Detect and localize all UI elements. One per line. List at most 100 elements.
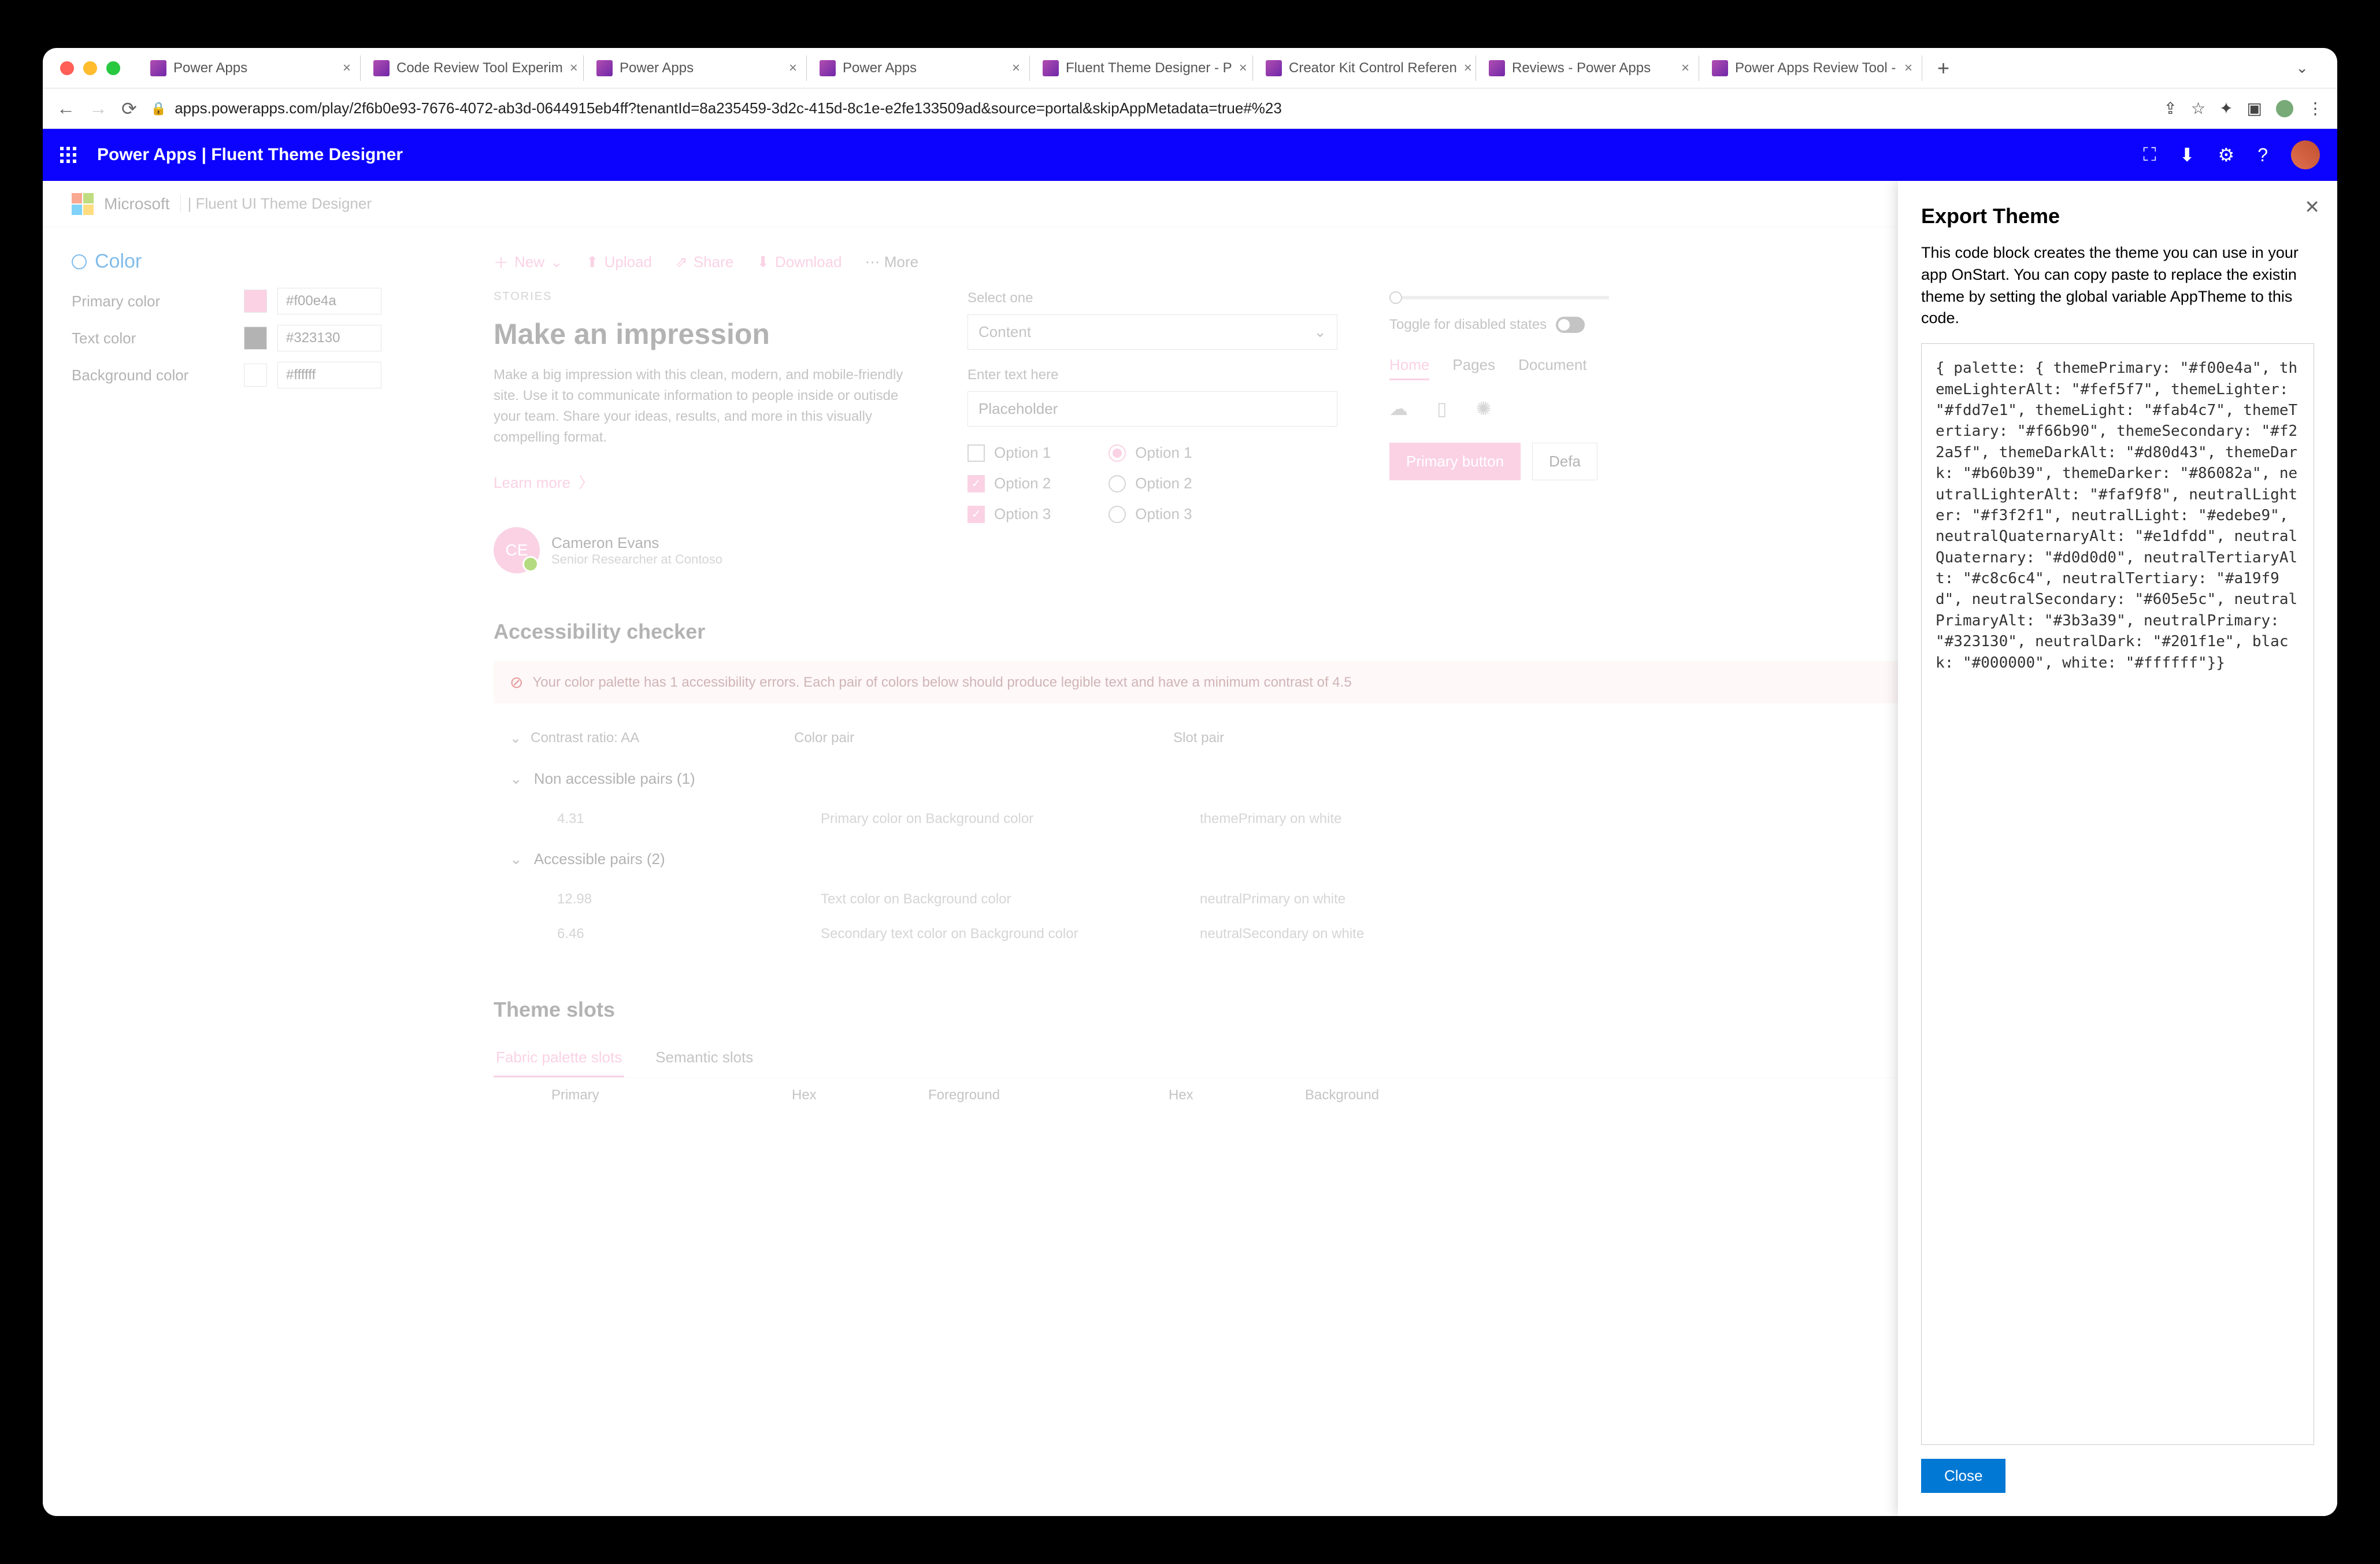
maximize-window-icon[interactable] <box>106 61 120 75</box>
menu-icon[interactable]: ⋮ <box>2307 99 2323 118</box>
settings-icon[interactable]: ⚙ <box>2218 144 2235 166</box>
primary-button[interactable]: Primary button <box>1389 443 1521 480</box>
checkbox-option[interactable]: Option 1 <box>967 444 1051 462</box>
profile-icon[interactable] <box>2276 100 2293 117</box>
browser-tab-active[interactable]: Fluent Theme Designer - P× <box>1033 55 1253 81</box>
app-header: Power Apps | Fluent Theme Designer ⛶ ⬇ ⚙… <box>43 129 2337 181</box>
extensions-icon[interactable]: ✦ <box>2219 99 2233 118</box>
checkbox-option[interactable]: ✓Option 3 <box>967 505 1051 523</box>
close-icon[interactable]: × <box>1464 60 1472 76</box>
tab-semantic[interactable]: Semantic slots <box>653 1039 755 1077</box>
mobile-icon[interactable]: ▯ <box>1437 398 1447 420</box>
radio-option[interactable]: Option 1 <box>1109 444 1192 462</box>
browser-tab[interactable]: Power Apps× <box>810 55 1030 81</box>
text-label: Enter text here <box>967 367 1337 383</box>
close-icon[interactable]: × <box>1239 60 1247 76</box>
theme-code-textarea[interactable]: { palette: { themePrimary: "#f00e4a", th… <box>1921 343 2314 1445</box>
tab-pages[interactable]: Pages <box>1452 356 1495 380</box>
col-header: Background <box>1305 1087 1478 1103</box>
slider[interactable] <box>1389 296 1609 299</box>
cloud-icon[interactable]: ☁ <box>1389 398 1408 420</box>
close-icon[interactable]: × <box>570 60 578 76</box>
close-panel-button[interactable]: ✕ <box>2304 196 2320 218</box>
minimize-window-icon[interactable] <box>83 61 97 75</box>
cell-slot: themePrimary on white <box>1200 811 1431 827</box>
chevron-down-icon[interactable]: ⌄ <box>510 730 521 747</box>
powerapps-icon <box>1489 60 1505 76</box>
option-label: Option 1 <box>1135 444 1192 462</box>
close-icon[interactable]: × <box>343 60 351 76</box>
reload-icon[interactable]: ⟳ <box>121 98 137 120</box>
tab-overflow-button[interactable]: ⌄ <box>2284 59 2320 77</box>
radio-option[interactable]: Option 2 <box>1109 475 1192 492</box>
background-color-input[interactable] <box>277 362 381 388</box>
error-text: Your color palette has 1 accessibility e… <box>532 674 1351 691</box>
address-input[interactable]: 🔒 apps.powerapps.com/play/2f6b0e93-7676-… <box>151 99 2150 117</box>
action-label: Upload <box>605 253 652 271</box>
toggle-switch[interactable] <box>1556 317 1585 333</box>
new-tab-button[interactable]: + <box>1926 56 1961 80</box>
url-text: apps.powerapps.com/play/2f6b0e93-7676-40… <box>175 99 1282 117</box>
new-button[interactable]: ＋ New ⌄ <box>494 251 563 273</box>
tab-document[interactable]: Document <box>1518 356 1587 380</box>
text-color-input[interactable] <box>277 325 381 351</box>
browser-tab[interactable]: Reviews - Power Apps× <box>1480 55 1699 81</box>
radio-unchecked-icon <box>1109 475 1126 492</box>
persona-name: Cameron Evans <box>551 534 722 552</box>
fit-icon[interactable]: ⛶ <box>2143 144 2156 166</box>
cell-pair: Secondary text color on Background color <box>821 926 1191 942</box>
more-button[interactable]: ⋯ More <box>865 253 918 271</box>
tab-home[interactable]: Home <box>1389 356 1429 380</box>
share-icon[interactable]: ⇪ <box>2163 99 2177 118</box>
color-swatch[interactable] <box>244 327 267 350</box>
color-swatch[interactable] <box>244 364 267 387</box>
browser-tab[interactable]: Power Apps Review Tool -× <box>1703 55 1922 81</box>
powerapps-icon <box>596 60 613 76</box>
user-avatar[interactable] <box>2291 140 2320 169</box>
close-button[interactable]: Close <box>1921 1459 2005 1493</box>
tab-label: Power Apps <box>173 60 247 76</box>
color-swatch[interactable] <box>244 290 267 313</box>
back-icon[interactable]: ← <box>57 98 75 119</box>
browser-tab[interactable]: Power Apps × <box>141 55 361 81</box>
close-icon[interactable]: × <box>1904 60 1912 76</box>
cell-ratio: 12.98 <box>557 891 811 907</box>
microsoft-logo-icon <box>72 193 94 215</box>
default-button[interactable]: Defa <box>1532 443 1597 480</box>
learn-more-link[interactable]: Learn more 〉 <box>494 471 915 492</box>
sparkle-icon[interactable]: ✺ <box>1476 398 1492 420</box>
eyebrow-label: STORIES <box>494 290 915 303</box>
checkbox-option[interactable]: ✓Option 2 <box>967 475 1051 492</box>
primary-color-input[interactable] <box>277 288 381 314</box>
close-icon[interactable]: × <box>789 60 797 76</box>
browser-tab[interactable]: Creator Kit Control Referen× <box>1256 55 1476 81</box>
browser-tab[interactable]: Power Apps× <box>587 55 807 81</box>
cell-pair: Text color on Background color <box>821 891 1191 907</box>
browser-tab[interactable]: Code Review Tool Experim× <box>364 55 584 81</box>
panel-title: Export Theme <box>1921 204 2314 228</box>
close-window-icon[interactable] <box>60 61 74 75</box>
star-icon[interactable]: ☆ <box>2191 99 2205 118</box>
extension-icon[interactable]: ▣ <box>2247 99 2262 118</box>
color-section-header: Color <box>72 250 453 273</box>
toggle-row: Toggle for disabled states <box>1389 317 1632 333</box>
designer-title: | Fluent UI Theme Designer <box>180 195 372 213</box>
close-icon[interactable]: × <box>1012 60 1020 76</box>
slider-thumb-icon[interactable] <box>1389 291 1402 304</box>
tab-fabric[interactable]: Fabric palette slots <box>494 1039 624 1077</box>
upload-button[interactable]: ⬆ Upload <box>586 253 652 271</box>
waffle-icon[interactable] <box>60 147 76 163</box>
help-icon[interactable]: ? <box>2257 144 2268 166</box>
text-color-row: Text color <box>72 325 453 351</box>
option-label: Option 2 <box>994 475 1051 492</box>
download-button[interactable]: ⬇ Download <box>757 253 841 271</box>
col-header: Primary <box>551 1087 783 1103</box>
share-button[interactable]: ⇗ Share <box>675 253 733 271</box>
forward-icon[interactable]: → <box>89 98 107 119</box>
text-input[interactable] <box>967 391 1337 427</box>
content-select[interactable]: Content⌄ <box>967 314 1337 350</box>
background-color-row: Background color <box>72 362 453 388</box>
download-icon[interactable]: ⬇ <box>2179 144 2195 166</box>
radio-option[interactable]: Option 3 <box>1109 505 1192 523</box>
close-icon[interactable]: × <box>1681 60 1689 76</box>
